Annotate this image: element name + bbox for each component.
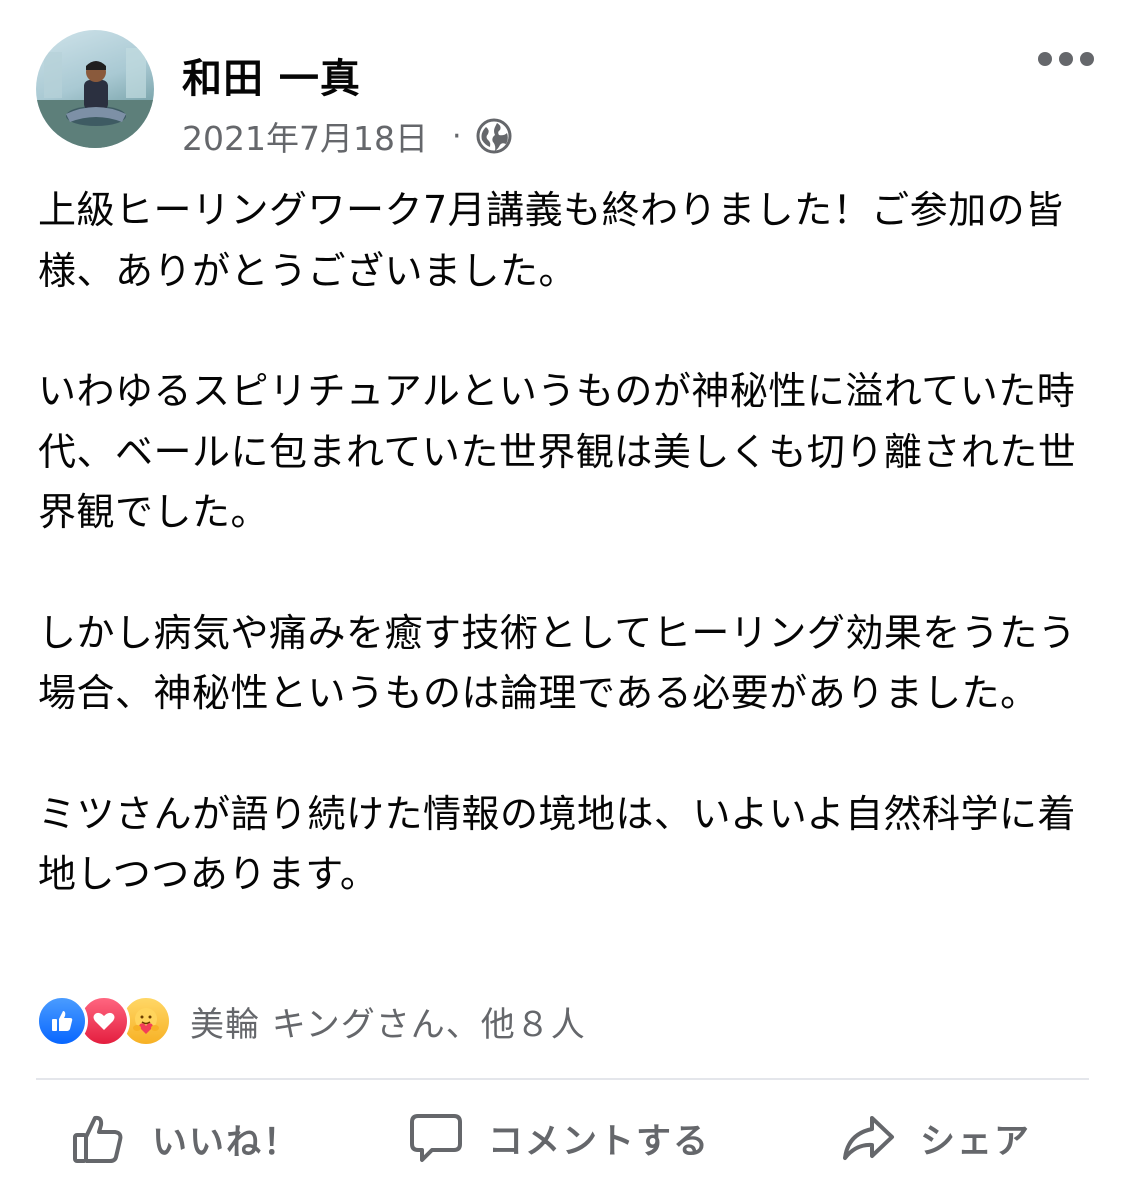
thumbs-up-icon (73, 1115, 123, 1163)
comment-button-label: コメントする (488, 1121, 711, 1162)
reactions-count-text[interactable]: 美輪 キングさん、他８人 (190, 997, 586, 1046)
post-paragraph: いわゆるスピリチュアルというものが神秘性に溢れていた時代、ベールに包まれていた世… (38, 369, 1077, 534)
avatar-photo (36, 48, 154, 148)
post-body: 上級ヒーリングワーク7月講義も終わりました！ご参加の皆様、ありがとうございました… (38, 180, 1098, 965)
globe-icon (476, 118, 512, 154)
post-paragraph: しかし病気や痛みを癒す技術としてヒーリング効果をうたう場合、神秘性というものは論… (38, 610, 1077, 716)
reactions-summary[interactable]: 美輪 キングさん、他８人 (36, 994, 586, 1048)
more-dot-icon (1038, 52, 1052, 66)
more-dot-icon (1059, 52, 1073, 66)
comment-bubble-icon (410, 1114, 462, 1162)
post-paragraph: ミツさんが語り続けた情報の境地は、いよいよ自然科学に着地しつつあります。 (38, 791, 1076, 897)
more-dot-icon (1080, 52, 1094, 66)
share-button-label: シェア (920, 1121, 1032, 1162)
like-button-label: いいね！ (152, 1122, 301, 1163)
share-arrow-icon (843, 1116, 894, 1160)
like-reaction-icon (36, 995, 88, 1047)
like-button[interactable]: いいね！ (70, 1110, 300, 1168)
author-name[interactable]: 和田 一真 (182, 46, 361, 104)
post-header: 和田 一真 2021年7月18日 · (0, 0, 1125, 170)
post-actions-bar: いいね！ コメントする シェア (0, 1090, 1125, 1194)
more-options-button[interactable] (1038, 44, 1094, 74)
post-paragraph: 上級ヒーリングワーク7月講義も終わりました！ご参加の皆様、ありがとうございました… (38, 188, 1064, 293)
avatar[interactable] (36, 30, 154, 148)
post-meta: 2021年7月18日 · (182, 112, 512, 160)
divider (36, 1078, 1089, 1080)
post-date[interactable]: 2021年7月18日 (182, 112, 428, 160)
meta-separator: · (451, 118, 462, 154)
share-button[interactable]: シェア (840, 1110, 1031, 1166)
comment-button[interactable]: コメントする (408, 1110, 710, 1166)
